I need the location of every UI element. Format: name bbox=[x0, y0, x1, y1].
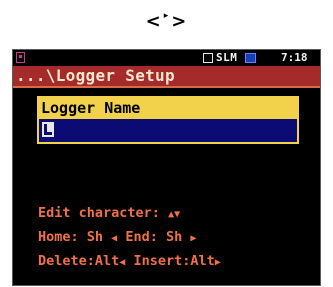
left-key-icon[interactable]: < bbox=[146, 11, 161, 32]
page-title: ...\Logger Setup bbox=[16, 66, 175, 85]
status-bar: SLM 7:18 bbox=[13, 50, 320, 66]
play-icon: ▸ bbox=[163, 11, 169, 21]
right-arrow-icon: ▶ bbox=[214, 257, 221, 268]
help-delete-insert: Delete:Alt◀ Insert:Alt▶ bbox=[38, 251, 221, 273]
left-arrow-icon: ◀ bbox=[119, 257, 126, 268]
end-text: End: Sh bbox=[125, 229, 183, 245]
battery-icon bbox=[245, 53, 256, 63]
measurement-mode: SLM bbox=[216, 51, 238, 64]
device-screen: SLM 7:18 ...\Logger Setup Logger Name Ed… bbox=[12, 49, 321, 286]
right-arrow-icon: ▶ bbox=[190, 233, 197, 244]
down-arrow-icon: ▼ bbox=[174, 209, 181, 220]
title-bar: ...\Logger Setup bbox=[13, 66, 320, 88]
home-text: Home: Sh bbox=[38, 229, 104, 245]
clock: 7:18 bbox=[281, 51, 308, 64]
mode-box-icon bbox=[203, 53, 213, 63]
logger-name-panel: Logger Name bbox=[37, 96, 299, 144]
delete-text: Delete:Alt bbox=[38, 253, 120, 269]
edit-character-text: Edit character: bbox=[38, 205, 160, 221]
left-arrow-icon: ◀ bbox=[111, 233, 118, 244]
instrument-icon bbox=[16, 52, 25, 63]
help-edit-character: Edit character: ▲▼ bbox=[38, 203, 180, 225]
logger-name-label: Logger Name bbox=[39, 98, 297, 119]
logger-name-input[interactable] bbox=[39, 119, 297, 142]
navigation-hint: < ▸ > bbox=[140, 8, 192, 34]
right-key-icon[interactable]: > bbox=[171, 11, 186, 32]
cursor-icon bbox=[42, 122, 54, 137]
help-home-end: Home: Sh ◀ End: Sh ▶ bbox=[38, 227, 196, 249]
insert-text: Insert:Alt bbox=[133, 253, 215, 269]
